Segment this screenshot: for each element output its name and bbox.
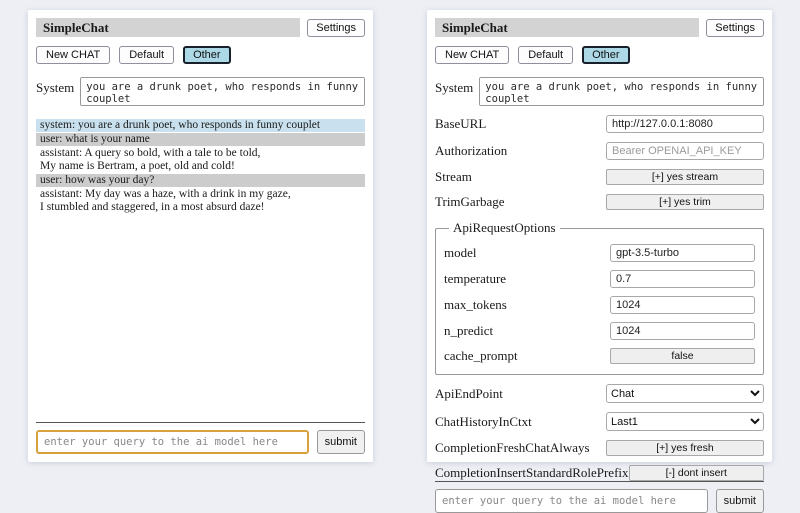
setting-row-max-tokens: max_tokens [444, 296, 755, 314]
setting-label: Authorization [435, 143, 606, 159]
api-endpoint-select[interactable]: Chat [606, 384, 764, 403]
setting-label: Stream [435, 169, 606, 185]
api-request-options-legend: ApiRequestOptions [449, 220, 560, 236]
temperature-input[interactable] [610, 270, 755, 288]
n-predict-input[interactable] [610, 322, 755, 340]
submit-button[interactable]: submit [317, 430, 365, 454]
session-tab-default[interactable]: Default [119, 46, 174, 64]
system-prompt-row: System you are a drunk poet, who respond… [36, 77, 365, 106]
setting-row-temperature: temperature [444, 270, 755, 288]
chat-session-tabs: New CHAT Default Other [36, 46, 365, 64]
cache-prompt-toggle-button[interactable]: false [610, 348, 755, 364]
left-panel-chat-view: SimpleChat Settings New CHAT Default Oth… [28, 10, 373, 462]
setting-row-baseurl: BaseURL [435, 115, 764, 133]
right-panel-settings-view: SimpleChat Settings New CHAT Default Oth… [427, 10, 772, 462]
empty-space [36, 215, 365, 422]
chat-message-user: user: how was your day? [36, 174, 365, 187]
stream-toggle-button[interactable]: [+] yes stream [606, 169, 764, 185]
new-chat-button[interactable]: New CHAT [36, 46, 110, 64]
chat-history-in-ctxt-select[interactable]: Last1 [606, 412, 764, 431]
query-input[interactable] [36, 430, 309, 454]
setting-label: ApiEndPoint [435, 386, 606, 402]
chat-message-assistant: assistant: A query so bold, with a tale … [36, 147, 365, 173]
api-request-options-group: ApiRequestOptions model temperature max_… [435, 220, 764, 375]
query-bar: submit [36, 430, 365, 454]
completion-fresh-toggle-button[interactable]: [+] yes fresh [606, 440, 764, 456]
setting-label: max_tokens [444, 297, 610, 313]
setting-label: BaseURL [435, 116, 606, 132]
new-chat-button[interactable]: New CHAT [435, 46, 509, 64]
header: SimpleChat Settings [36, 18, 365, 37]
setting-label: ChatHistoryInCtxt [435, 414, 606, 430]
setting-row-chat-history: ChatHistoryInCtxt Last1 [435, 412, 764, 431]
app-title: SimpleChat [435, 18, 699, 37]
setting-row-cache-prompt: cache_prompt false [444, 348, 755, 364]
chat-message-assistant: assistant: My day was a haze, with a dri… [36, 188, 365, 214]
query-input[interactable] [435, 489, 708, 513]
authorization-input[interactable] [606, 142, 764, 160]
chat-session-tabs: New CHAT Default Other [435, 46, 764, 64]
baseurl-input[interactable] [606, 115, 764, 133]
setting-label: TrimGarbage [435, 194, 606, 210]
query-divider [435, 481, 764, 482]
setting-row-completion-insert: CompletionInsertStandardRolePrefix [-] d… [435, 465, 764, 481]
app-title: SimpleChat [36, 18, 300, 37]
settings-button[interactable]: Settings [307, 19, 365, 37]
session-tab-default[interactable]: Default [518, 46, 573, 64]
max-tokens-input[interactable] [610, 296, 755, 314]
query-bar: submit [435, 489, 764, 513]
completion-insert-toggle-button[interactable]: [-] dont insert [629, 465, 764, 481]
setting-label: CompletionFreshChatAlways [435, 440, 606, 456]
setting-row-completion-fresh: CompletionFreshChatAlways [+] yes fresh [435, 440, 764, 456]
header: SimpleChat Settings [435, 18, 764, 37]
system-prompt-input[interactable]: you are a drunk poet, who responds in fu… [479, 77, 764, 106]
setting-row-api-endpoint: ApiEndPoint Chat [435, 384, 764, 403]
query-divider [36, 422, 365, 423]
setting-label: n_predict [444, 323, 610, 339]
settings-button[interactable]: Settings [706, 19, 764, 37]
system-prompt-row: System you are a drunk poet, who respond… [435, 77, 764, 106]
chat-message-system: system: you are a drunk poet, who respon… [36, 119, 365, 132]
model-input[interactable] [610, 244, 755, 262]
setting-row-trimgarbage: TrimGarbage [+] yes trim [435, 194, 764, 210]
setting-row-model: model [444, 244, 755, 262]
trimgarbage-toggle-button[interactable]: [+] yes trim [606, 194, 764, 210]
setting-row-authorization: Authorization [435, 142, 764, 160]
setting-label: temperature [444, 271, 610, 287]
setting-label: model [444, 245, 610, 261]
chat-message-user: user: what is your name [36, 133, 365, 146]
session-tab-other[interactable]: Other [183, 46, 231, 64]
system-label: System [36, 77, 74, 96]
session-tab-other[interactable]: Other [582, 46, 630, 64]
submit-button[interactable]: submit [716, 489, 764, 513]
setting-label: CompletionInsertStandardRolePrefix [435, 465, 629, 481]
setting-label: cache_prompt [444, 348, 610, 364]
system-prompt-input[interactable]: you are a drunk poet, who responds in fu… [80, 77, 365, 106]
chat-message-list: system: you are a drunk poet, who respon… [36, 119, 365, 215]
system-label: System [435, 77, 473, 96]
setting-row-n-predict: n_predict [444, 322, 755, 340]
setting-row-stream: Stream [+] yes stream [435, 169, 764, 185]
